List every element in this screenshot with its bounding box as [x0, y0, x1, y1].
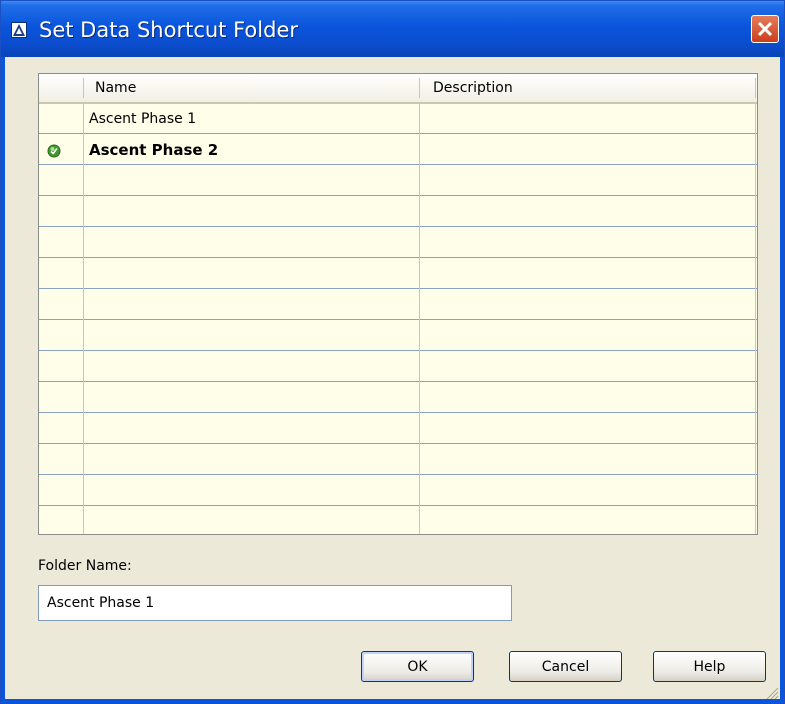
- folder-name-cell: Ascent Phase 2: [89, 141, 219, 159]
- window-frame-bottom: [1, 699, 784, 703]
- window-frame-left: [1, 57, 5, 703]
- table-row-empty: [39, 290, 757, 320]
- table-row-empty: [39, 383, 757, 413]
- help-button[interactable]: Help: [653, 651, 766, 682]
- autocad-app-icon[interactable]: [11, 22, 27, 38]
- table-row-empty: [39, 321, 757, 351]
- header-separator: [419, 78, 420, 98]
- folder-name-input[interactable]: [38, 585, 512, 621]
- title-bar[interactable]: Set Data Shortcut Folder: [1, 1, 784, 57]
- table-row[interactable]: Ascent Phase 1: [39, 104, 757, 134]
- list-header: Name Description: [39, 74, 757, 104]
- table-row-empty: [39, 476, 757, 506]
- table-row-empty: [39, 166, 757, 196]
- header-separator: [83, 78, 84, 98]
- close-button[interactable]: [751, 15, 779, 43]
- column-divider: [755, 102, 756, 534]
- window-frame-right: [780, 57, 784, 703]
- column-header-name[interactable]: Name: [95, 74, 136, 102]
- resize-grip-icon[interactable]: [763, 685, 779, 699]
- table-row-empty: [39, 228, 757, 258]
- table-row-empty: [39, 445, 757, 475]
- column-divider: [419, 102, 420, 534]
- cancel-button[interactable]: Cancel: [509, 651, 622, 682]
- close-icon: [757, 21, 773, 37]
- ok-button[interactable]: OK: [361, 651, 474, 682]
- dialog-window: Set Data Shortcut Folder Name Descriptio…: [0, 0, 785, 704]
- column-divider: [83, 102, 84, 534]
- table-row-empty: [39, 259, 757, 289]
- table-row-current[interactable]: Ascent Phase 2: [39, 135, 757, 165]
- table-row-empty: [39, 197, 757, 227]
- column-header-description[interactable]: Description: [433, 74, 513, 102]
- table-row-empty: [39, 352, 757, 382]
- table-row-empty: [39, 414, 757, 444]
- folder-name-cell: Ascent Phase 1: [89, 111, 197, 127]
- folder-name-label: Folder Name:: [38, 558, 132, 574]
- header-separator: [755, 78, 756, 98]
- window-title: Set Data Shortcut Folder: [39, 18, 298, 42]
- table-row-empty: [39, 507, 757, 534]
- folder-list[interactable]: Name Description Ascent Phase 1 Ascent P…: [38, 73, 758, 535]
- green-check-icon: [47, 143, 61, 162]
